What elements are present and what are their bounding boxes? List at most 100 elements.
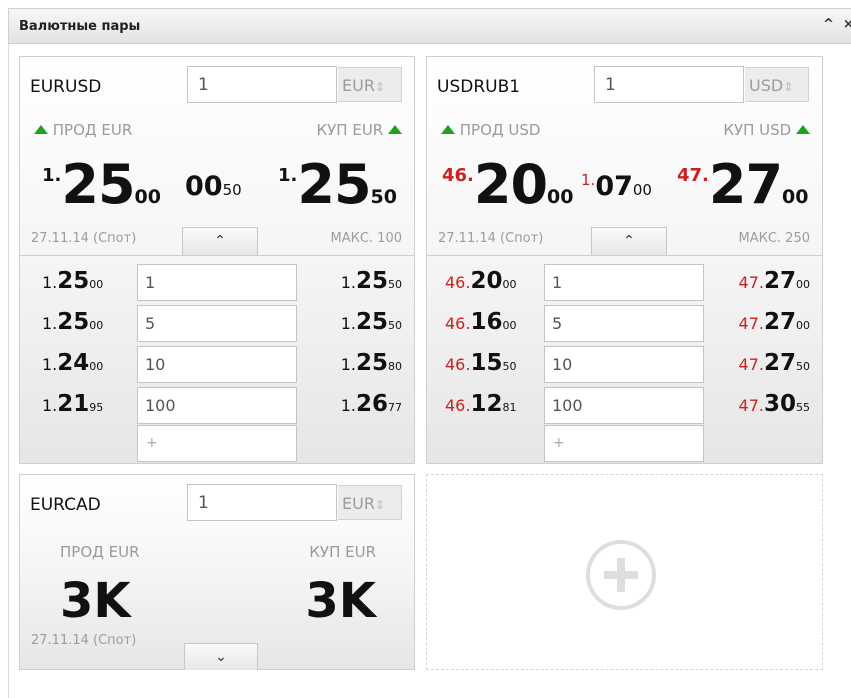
- currency-toggle[interactable]: USD⇕: [745, 67, 809, 102]
- price-main: 21: [57, 391, 90, 417]
- chevron-down-icon: ⌄: [215, 649, 227, 665]
- price-pips: 00: [782, 186, 809, 208]
- ladder-row: 1.2400 10 1.2580: [20, 342, 414, 383]
- price-main: 26: [355, 391, 388, 417]
- price-pips: 00: [89, 319, 104, 332]
- sell-label: ПРОД EUR: [52, 121, 133, 139]
- price-prefix: 47.: [738, 396, 764, 415]
- price-pips: 50: [796, 360, 810, 373]
- ladder-quantity-input[interactable]: 100: [544, 387, 704, 424]
- ladder-ask[interactable]: 1.2550: [341, 309, 402, 335]
- price-pips: 95: [89, 401, 104, 414]
- buy-price-button[interactable]: 3K: [305, 573, 376, 629]
- sell-price-button[interactable]: 3K: [60, 573, 131, 629]
- sell-price-button[interactable]: 46.2000: [442, 153, 574, 216]
- price-main: 25: [355, 268, 388, 294]
- price-prefix: 1.: [340, 396, 356, 415]
- ladder-quantity-input[interactable]: 5: [544, 305, 704, 342]
- quantity-input[interactable]: 1: [187, 484, 337, 521]
- ladder-quantity-input[interactable]: 5: [137, 305, 297, 342]
- up-arrow-icon: [441, 125, 455, 134]
- quantity-input[interactable]: 1: [594, 66, 744, 103]
- ladder-ask[interactable]: 1.2580: [341, 350, 402, 376]
- plus-circle-icon[interactable]: [586, 540, 656, 610]
- price-main: 16: [470, 309, 503, 335]
- expand-ladder-button[interactable]: ⌄: [184, 643, 258, 670]
- price-prefix: 46.: [445, 396, 471, 415]
- ladder-quantity-input[interactable]: 1: [544, 264, 704, 301]
- ladder-bid[interactable]: 1.2400: [42, 350, 103, 376]
- price-main: 20: [470, 268, 503, 294]
- buy-label: КУП EUR: [316, 121, 384, 139]
- ladder-row: 46.1281 100 47.3055: [427, 383, 822, 424]
- value-date: 27.11.14 (Спот): [438, 231, 544, 246]
- price-prefix: 1.: [42, 165, 62, 186]
- price-prefix: 1.: [340, 355, 356, 374]
- currency-toggle[interactable]: EUR⇕: [338, 485, 402, 520]
- price-prefix: 1.: [42, 314, 58, 333]
- ladder-ask[interactable]: 47.2700: [739, 309, 810, 335]
- price-main: 25: [57, 309, 90, 335]
- ladder-ask[interactable]: 47.2750: [739, 350, 810, 376]
- ladder-bid[interactable]: 46.2000: [445, 268, 516, 294]
- tile-eurcad: EURCAD 1 EUR⇕ ПРОД EUR КУП EUR 3K 3K 27.…: [19, 474, 415, 670]
- ladder-quantity-input[interactable]: 10: [544, 346, 704, 383]
- ladder-quantity-input[interactable]: 10: [137, 346, 297, 383]
- price-pips: 77: [388, 401, 402, 414]
- ladder-bid[interactable]: 1.2500: [42, 309, 103, 335]
- price-main: 15: [470, 350, 503, 376]
- add-ladder-row-input[interactable]: +: [137, 425, 297, 462]
- ladder-bid[interactable]: 46.1281: [445, 391, 516, 417]
- ladder-row: 1.2500 1 1.2550: [20, 260, 414, 301]
- currency-toggle[interactable]: EUR⇕: [338, 67, 402, 102]
- price-prefix: 1.: [42, 355, 58, 374]
- ladder-bid[interactable]: 1.2500: [42, 268, 103, 294]
- price-pips: 00: [502, 278, 517, 291]
- tile-symbol: EURUSD: [30, 77, 102, 97]
- price-pips: 50: [502, 360, 517, 373]
- buy-label: КУП EUR: [309, 543, 376, 561]
- price-main: 27: [763, 309, 796, 335]
- ladder-bid[interactable]: 1.2195: [42, 391, 103, 417]
- ladder-quantity-input[interactable]: 100: [137, 387, 297, 424]
- price-prefix: 46.: [445, 355, 471, 374]
- add-tile-placeholder[interactable]: [426, 474, 823, 670]
- ladder-bid[interactable]: 46.1600: [445, 309, 516, 335]
- buy-price-button[interactable]: 1.2550: [278, 153, 397, 216]
- ladder-ask[interactable]: 1.2677: [341, 391, 402, 417]
- add-ladder-row-input[interactable]: +: [544, 425, 704, 462]
- buy-side-label: КУП USD: [723, 121, 810, 139]
- spread-pips: 50: [222, 181, 242, 199]
- ladder-ask[interactable]: 47.3055: [739, 391, 810, 417]
- price-main: 27: [763, 350, 796, 376]
- price-main: 24: [57, 350, 90, 376]
- price-prefix: 1.: [340, 314, 356, 333]
- buy-price-button[interactable]: 47.2700: [677, 153, 809, 216]
- price-prefix: 46.: [445, 273, 471, 292]
- collapse-ladder-button[interactable]: ⌃: [591, 227, 667, 255]
- quantity-input[interactable]: 1: [187, 66, 337, 103]
- collapse-icon[interactable]: ^: [823, 17, 834, 32]
- ladder-bid[interactable]: 46.1550: [445, 350, 516, 376]
- price-main: 27: [708, 153, 783, 216]
- price-pips: 50: [388, 319, 402, 332]
- ladder-quantity-input[interactable]: 1: [137, 264, 297, 301]
- price-prefix: 47.: [738, 314, 764, 333]
- sell-side-label: ПРОД USD: [441, 121, 540, 139]
- sell-price-button[interactable]: 1.2500: [42, 153, 161, 216]
- ladder-ask[interactable]: 1.2550: [341, 268, 402, 294]
- ladder-ask[interactable]: 47.2700: [739, 268, 810, 294]
- collapse-ladder-button[interactable]: ⌃: [182, 227, 258, 255]
- sell-side-label: ПРОД EUR: [34, 121, 132, 139]
- price-prefix: 1.: [42, 396, 58, 415]
- price-prefix: 46.: [442, 165, 474, 186]
- chevron-up-icon: ⌃: [214, 233, 226, 249]
- price-pips: 81: [502, 401, 517, 414]
- close-icon[interactable]: ×: [843, 17, 851, 32]
- buy-label: КУП USD: [723, 121, 792, 139]
- up-arrow-icon: [388, 125, 402, 134]
- price-pips: 00: [796, 278, 810, 291]
- up-arrow-icon: [796, 125, 810, 134]
- sell-label: ПРОД USD: [459, 121, 541, 139]
- max-quantity: МАКС. 100: [330, 231, 403, 246]
